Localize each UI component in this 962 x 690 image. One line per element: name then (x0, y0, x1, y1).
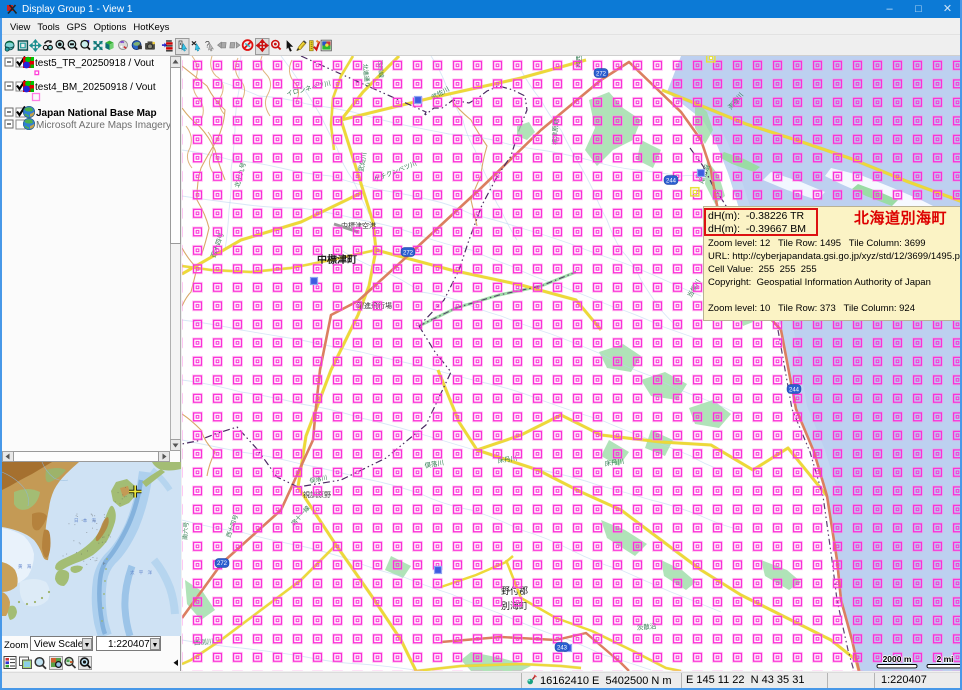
svg-text:244: 244 (789, 388, 800, 394)
svg-text:Microsoft Azure Maps Imagery: Microsoft Azure Maps Imagery (36, 120, 170, 131)
svg-text:黄 海: 黄 海 (18, 563, 33, 570)
svg-text:2000 m: 2000 m (883, 654, 912, 664)
svg-text:272: 272 (217, 561, 228, 567)
svg-text:太 平 洋: 太 平 洋 (130, 569, 154, 576)
svg-text:272: 272 (403, 251, 414, 257)
svg-text:日 本 海: 日 本 海 (74, 517, 98, 524)
svg-text:243: 243 (557, 646, 568, 652)
svg-text:test4_BM_20250918 / Vout: test4_BM_20250918 / Vout (35, 82, 156, 93)
svg-text:test5_TR_20250918 / Vout: test5_TR_20250918 / Vout (35, 58, 154, 69)
svg-text:2 mi: 2 mi (936, 654, 953, 664)
svg-text:244: 244 (666, 179, 677, 185)
svg-text:Japan National Base Map: Japan National Base Map (36, 108, 157, 119)
svg-text:272: 272 (596, 72, 607, 78)
